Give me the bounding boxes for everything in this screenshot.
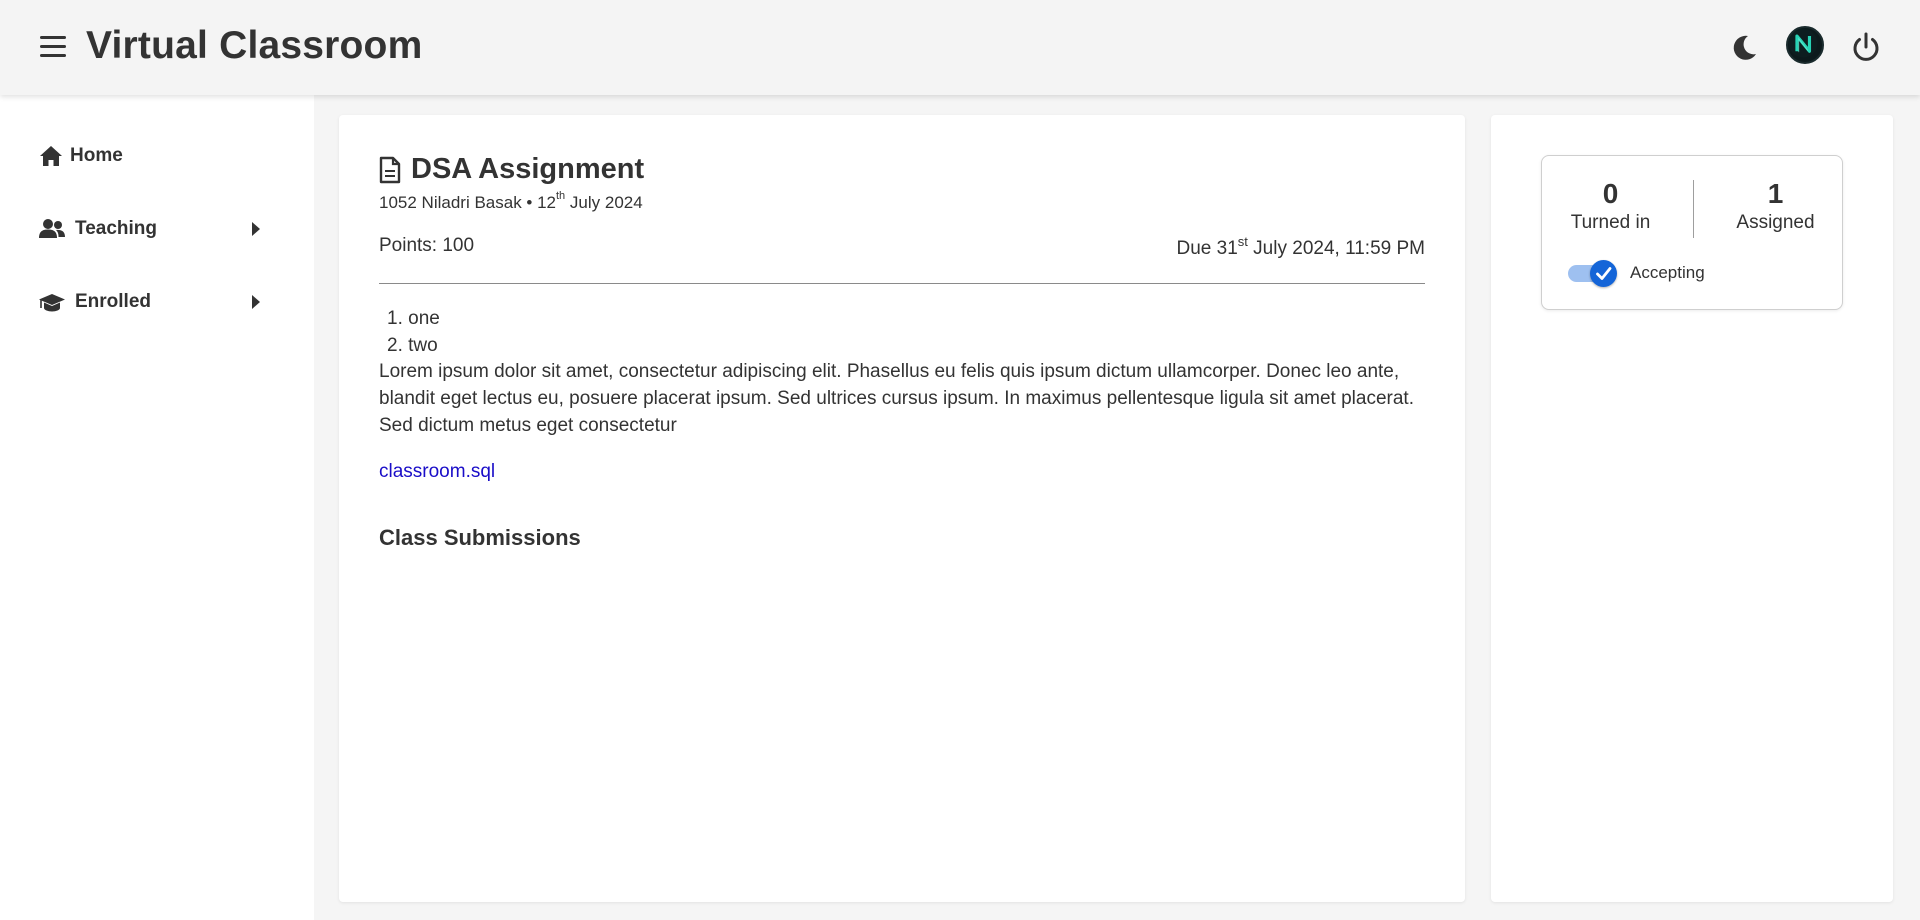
- assigned-label: Assigned: [1736, 212, 1815, 233]
- list-item: 1. one: [387, 308, 440, 329]
- divider: [379, 283, 1425, 284]
- assignment-due-date: Due 31st July 2024, 11:59 PM: [1176, 234, 1426, 259]
- assigned-count: 1: [1767, 178, 1784, 209]
- moon-icon[interactable]: [1728, 32, 1760, 64]
- attachment-link[interactable]: classroom.sql: [379, 461, 495, 483]
- caret-right-icon: [252, 222, 260, 236]
- avatar[interactable]: [1786, 26, 1824, 64]
- turned-in-stat: 0 Turned in: [1542, 178, 1679, 236]
- caret-right-icon: [252, 295, 260, 309]
- toggle-knob: [1590, 260, 1617, 287]
- assignment-description: Lorem ipsum dolor sit amet, consectetur …: [379, 361, 1414, 436]
- sidebar: Home Teaching Enrolled: [0, 95, 314, 920]
- assignment-card: DSA Assignment 1052 Niladri Basak • 12th…: [339, 115, 1465, 902]
- assignment-title: DSA Assignment: [411, 153, 645, 185]
- assignment-meta: 1052 Niladri Basak • 12th July 2024: [379, 190, 643, 212]
- hamburger-menu-icon[interactable]: [40, 34, 66, 60]
- turned-in-count: 0: [1602, 178, 1619, 209]
- power-icon[interactable]: [1849, 30, 1883, 64]
- check-icon: [1596, 267, 1612, 280]
- stat-divider: [1693, 180, 1694, 238]
- document-icon: [379, 156, 401, 184]
- home-icon: [40, 146, 62, 166]
- accepting-toggle[interactable]: [1566, 259, 1618, 287]
- stats-card: 0 Turned in 1 Assigned Accepting: [1491, 115, 1893, 902]
- sidebar-item-teaching[interactable]: Teaching: [38, 209, 268, 249]
- sidebar-item-enrolled[interactable]: Enrolled: [38, 282, 268, 322]
- app-title: Virtual Classroom: [86, 24, 423, 67]
- sidebar-item-label: Home: [70, 145, 123, 166]
- submission-stats: 0 Turned in 1 Assigned Accepting: [1541, 155, 1843, 310]
- sidebar-item-home[interactable]: Home: [38, 136, 268, 176]
- users-icon: [39, 219, 65, 238]
- sidebar-item-label: Enrolled: [75, 291, 152, 312]
- class-submissions-heading: Class Submissions: [379, 525, 581, 550]
- sidebar-item-label: Teaching: [75, 218, 157, 239]
- description-list: 1. one 2. two: [379, 305, 440, 359]
- app-header: Virtual Classroom: [0, 0, 1920, 95]
- list-item: 2. two: [387, 335, 438, 356]
- accepting-label: Accepting: [1630, 263, 1705, 282]
- turned-in-label: Turned in: [1570, 212, 1651, 233]
- assignment-points: Points: 100: [379, 235, 475, 256]
- avatar-logo: [1788, 28, 1818, 58]
- graduation-cap-icon: [39, 294, 65, 312]
- assigned-stat: 1 Assigned: [1707, 178, 1844, 236]
